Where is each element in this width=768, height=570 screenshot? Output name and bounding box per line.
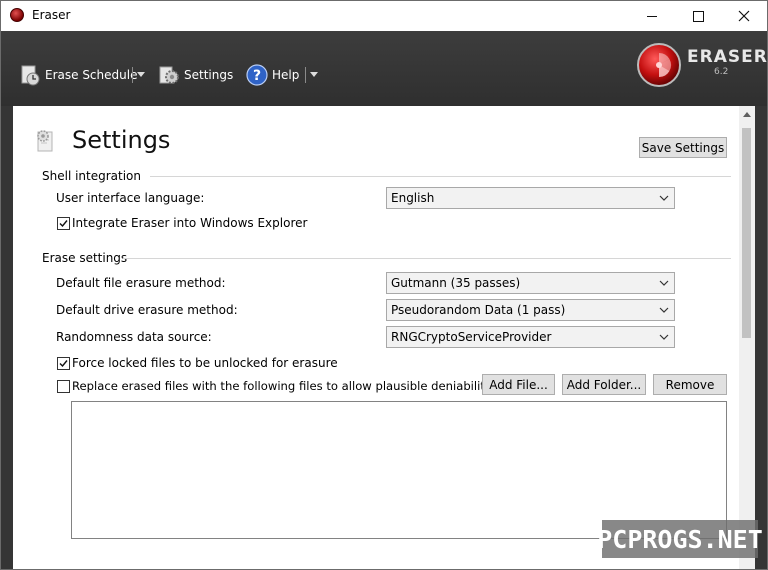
language-label: User interface language: — [56, 191, 205, 205]
file-erasure-method-value: Gutmann (35 passes) — [391, 276, 521, 290]
settings-gear-icon — [159, 66, 179, 84]
maximize-icon — [692, 10, 704, 22]
force-unlock-label: Force locked files to be unlocked for er… — [72, 356, 338, 370]
shell-integration-heading: Shell integration — [42, 169, 142, 183]
settings-label: Settings — [184, 68, 234, 82]
file-erasure-method-select[interactable]: Gutmann (35 passes) — [386, 272, 675, 294]
integrate-explorer-checkbox[interactable] — [57, 217, 70, 230]
save-settings-button[interactable]: Save Settings — [639, 137, 727, 158]
chevron-down-icon — [659, 334, 669, 340]
vertical-scrollbar[interactable] — [739, 106, 755, 569]
minimize-button[interactable] — [629, 1, 675, 31]
language-select[interactable]: English — [386, 187, 675, 209]
erase-schedule-button[interactable]: Erase Schedule — [19, 62, 137, 88]
maximize-button[interactable] — [675, 1, 721, 31]
close-icon — [738, 10, 750, 22]
erase-settings-heading: Erase settings — [42, 251, 128, 265]
svg-text:?: ? — [253, 68, 261, 84]
integrate-explorer-label: Integrate Eraser into Windows Explorer — [72, 216, 308, 230]
chevron-down-icon — [659, 195, 669, 201]
add-folder-button[interactable]: Add Folder... — [562, 374, 646, 395]
minimize-icon — [647, 15, 657, 17]
chevron-down-icon — [659, 280, 669, 286]
add-file-button[interactable]: Add File... — [482, 374, 555, 395]
plausible-deniability-checkbox[interactable] — [57, 380, 70, 393]
toolbar-separator — [132, 67, 133, 83]
drive-erasure-method-select[interactable]: Pseudorandom Data (1 pass) — [386, 299, 675, 321]
language-value: English — [391, 191, 435, 205]
erase-schedule-label: Erase Schedule — [45, 68, 138, 82]
scrollbar-thumb[interactable] — [742, 128, 751, 338]
eraser-window: Eraser Erase Schedule Settings ? Help ER… — [0, 0, 768, 570]
logo-text: ERASER — [687, 47, 768, 67]
app-icon — [10, 8, 24, 22]
close-button[interactable] — [721, 1, 767, 31]
logo-version: 6.2 — [714, 67, 729, 77]
chevron-down-icon — [659, 307, 669, 313]
watermark: PCPROGS.NET — [597, 520, 763, 558]
window-title: Eraser — [32, 8, 71, 22]
randomness-source-label: Randomness data source: — [56, 330, 212, 344]
plausible-deniability-file-list[interactable] — [71, 401, 727, 539]
scroll-up-icon[interactable] — [743, 112, 751, 117]
help-icon: ? — [246, 64, 268, 86]
plausible-deniability-label: Replace erased files with the following … — [72, 379, 492, 393]
toolbar-separator — [305, 67, 306, 83]
toolbar: Erase Schedule Settings ? Help ERASER 6.… — [1, 31, 767, 106]
settings-page-icon — [37, 130, 53, 152]
randomness-source-value: RNGCryptoServiceProvider — [391, 330, 552, 344]
file-erasure-method-label: Default file erasure method: — [56, 276, 226, 290]
force-unlock-checkbox[interactable] — [57, 357, 70, 370]
help-label: Help — [272, 68, 300, 82]
help-dropdown-icon[interactable] — [310, 72, 318, 77]
settings-button[interactable]: Settings — [158, 62, 233, 88]
erase-schedule-icon — [21, 65, 40, 86]
eraser-logo-icon — [637, 43, 681, 87]
checkmark-icon — [59, 220, 68, 228]
checkmark-icon — [59, 360, 68, 368]
drive-erasure-method-value: Pseudorandom Data (1 pass) — [391, 303, 566, 317]
erase-schedule-dropdown-icon[interactable] — [137, 72, 145, 77]
drive-erasure-method-label: Default drive erasure method: — [56, 303, 238, 317]
page-title: Settings — [72, 126, 171, 154]
settings-panel: Settings Save Settings Shell integration… — [13, 106, 755, 569]
remove-button[interactable]: Remove — [653, 374, 727, 395]
section-divider — [150, 176, 731, 177]
randomness-source-select[interactable]: RNGCryptoServiceProvider — [386, 326, 675, 348]
title-bar[interactable]: Eraser — [1, 1, 767, 31]
section-divider — [123, 258, 731, 259]
help-button[interactable]: ? Help — [246, 62, 299, 88]
eraser-logo: ERASER 6.2 — [637, 43, 767, 93]
